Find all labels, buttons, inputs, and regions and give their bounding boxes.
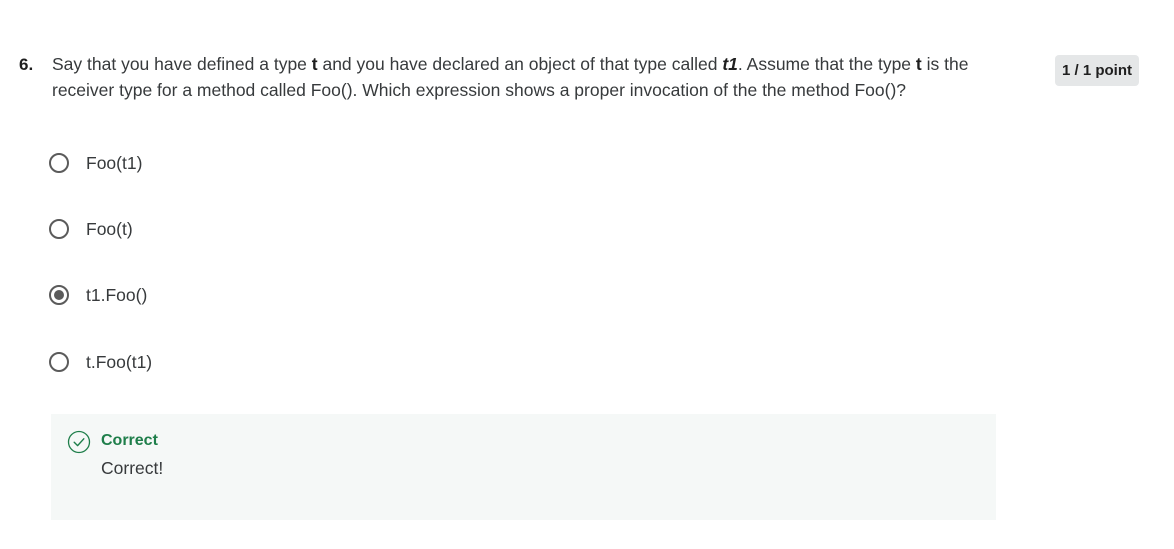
- radio-button[interactable]: [49, 219, 69, 239]
- feedback-panel: Correct Correct!: [51, 414, 996, 520]
- question-text-part1: Say that you have defined a type: [52, 54, 312, 74]
- object-name-t1: t1: [722, 54, 738, 74]
- option-label: t1.Foo(): [86, 284, 148, 305]
- option-t-foo-t1[interactable]: t.Foo(t1): [49, 348, 152, 376]
- question-text: Say that you have defined a type t and y…: [52, 51, 1012, 103]
- radio-button[interactable]: [49, 153, 69, 173]
- question-number: 6.: [19, 55, 34, 74]
- option-t1-foo[interactable]: t1.Foo(): [49, 281, 147, 309]
- question-text-part2: and you have declared an object of that …: [317, 54, 723, 74]
- feedback-message: Correct!: [101, 458, 164, 478]
- feedback-title: Correct: [101, 432, 158, 449]
- points-badge: 1 / 1 point: [1055, 55, 1139, 86]
- check-circle-icon: [67, 430, 91, 454]
- question-text-part3: . Assume that the type: [737, 54, 916, 74]
- option-label: Foo(t1): [86, 152, 143, 173]
- radio-button[interactable]: [49, 352, 69, 372]
- radio-button-selected[interactable]: [49, 285, 69, 305]
- option-foo-t[interactable]: Foo(t): [49, 215, 133, 243]
- option-label: Foo(t): [86, 218, 133, 239]
- option-foo-t1[interactable]: Foo(t1): [49, 149, 142, 177]
- option-label: t.Foo(t1): [86, 351, 153, 372]
